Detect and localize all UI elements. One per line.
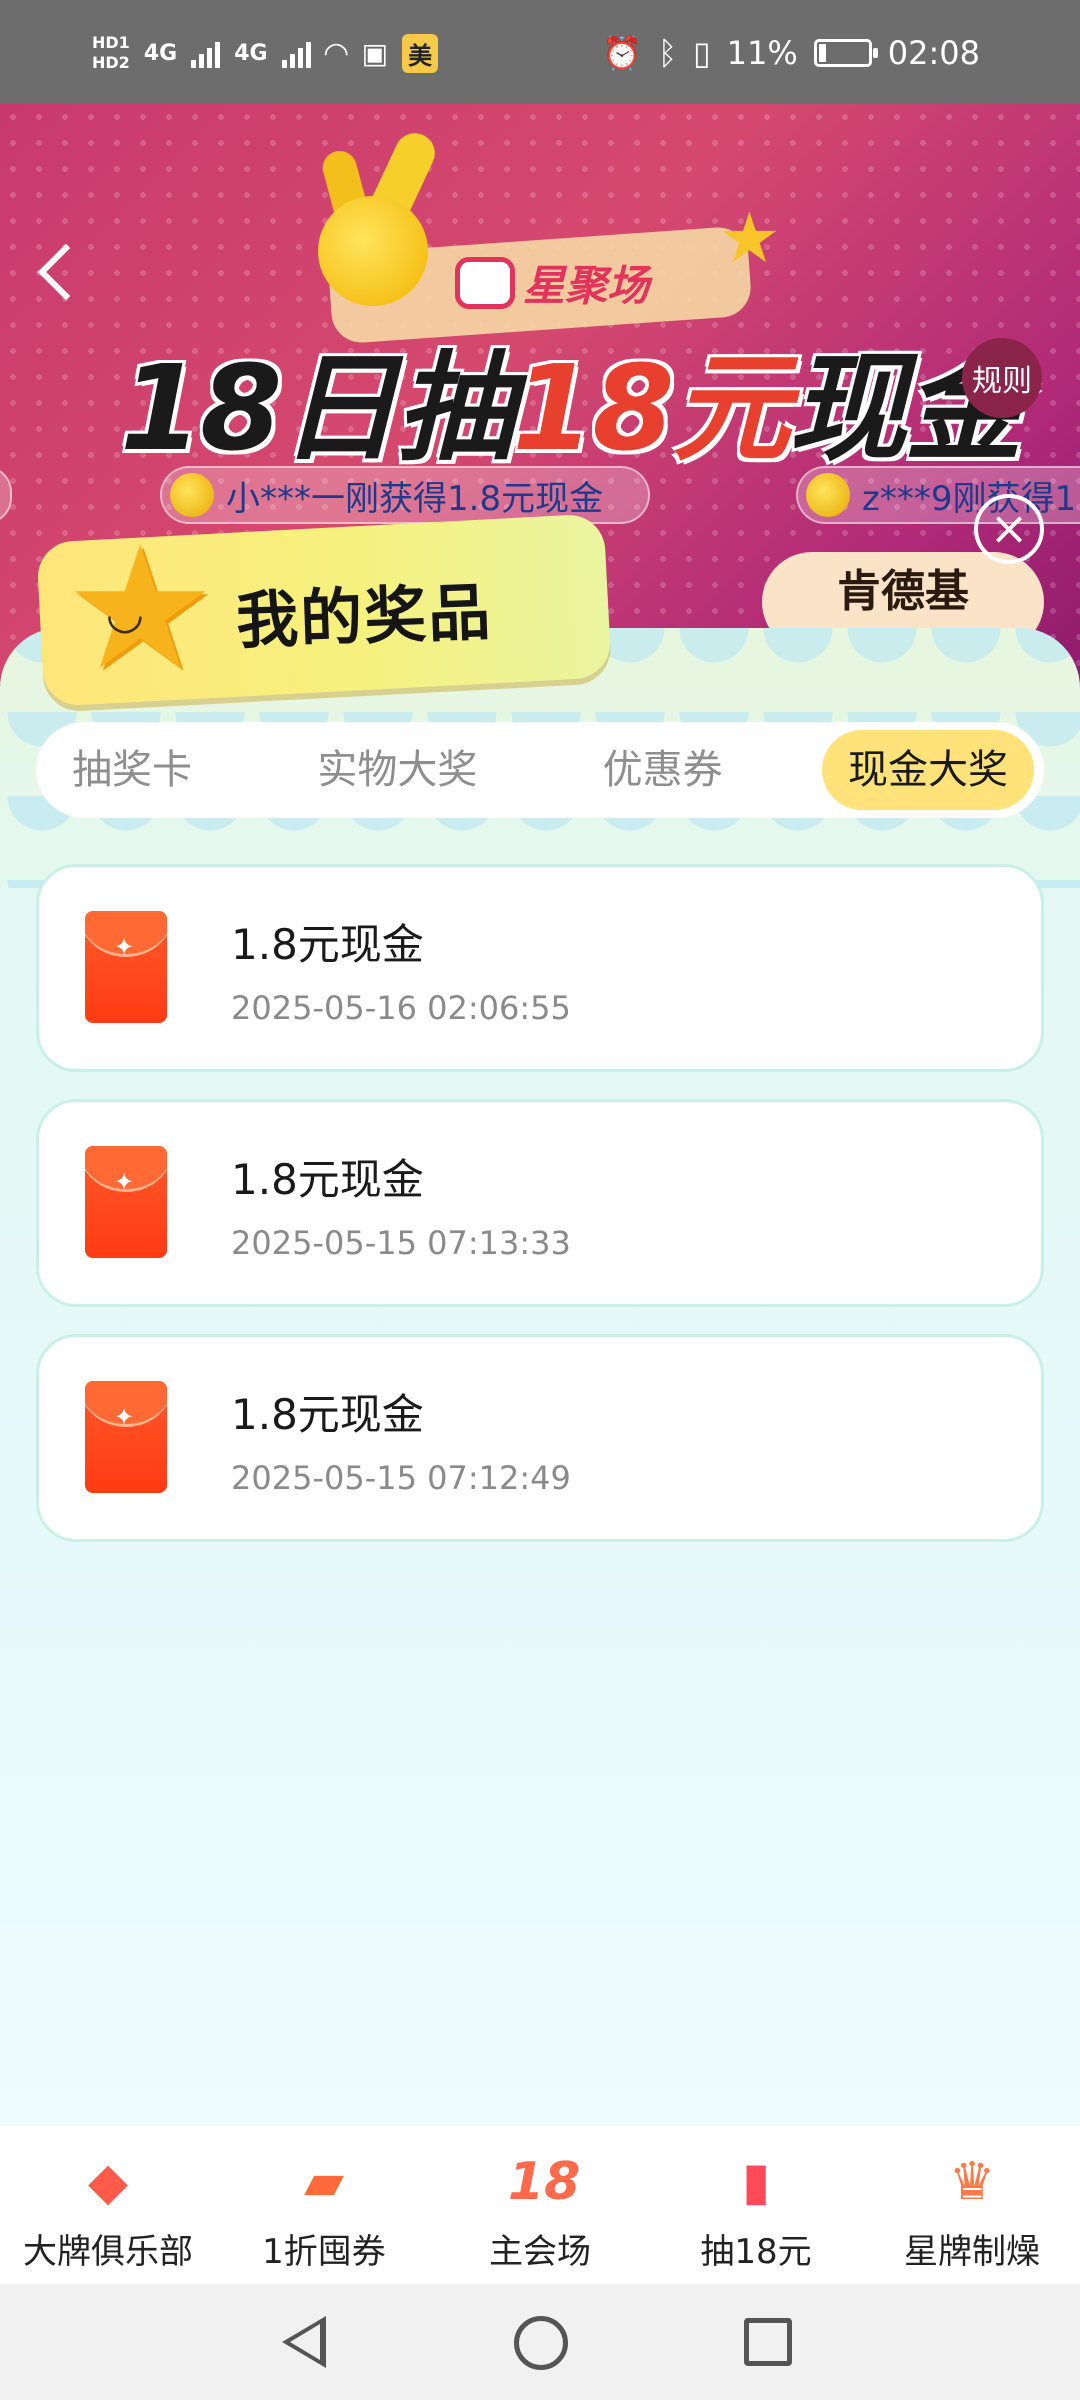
prize-card[interactable]: ✦ 1.8元现金 2025-05-15 07:12:49 bbox=[36, 1334, 1044, 1542]
bluetooth-icon: ᛒ bbox=[657, 34, 678, 72]
tab-lottery-card[interactable]: 抽奖卡 bbox=[46, 730, 218, 810]
system-nav-bar bbox=[0, 2284, 1080, 2400]
back-nav-icon[interactable] bbox=[282, 2316, 326, 2368]
network-label-2: 4G bbox=[234, 40, 268, 66]
tab-physical-prize[interactable]: 实物大奖 bbox=[291, 730, 503, 810]
signal-icon bbox=[191, 38, 221, 68]
red-envelope-icon: ✦ bbox=[85, 911, 167, 1023]
tv-icon: ▣ bbox=[361, 36, 389, 70]
modal-title: 我的奖品 bbox=[234, 575, 494, 658]
prize-name: 1.8元现金 bbox=[231, 1155, 424, 1204]
rules-label: 规则 bbox=[972, 364, 1032, 399]
app-badge: 美 bbox=[402, 33, 439, 73]
prize-time: 2025-05-16 02:06:55 bbox=[231, 989, 571, 1027]
prize-card[interactable]: ✦ 1.8元现金 2025-05-15 07:13:33 bbox=[36, 1099, 1044, 1307]
venue-logo: 星聚场 bbox=[455, 252, 649, 313]
tab-coupon[interactable]: 优惠券 bbox=[577, 730, 749, 810]
hero-title-highlight: 18元 bbox=[512, 339, 790, 477]
prize-name: 1.8元现金 bbox=[231, 1390, 424, 1439]
nav-item-brand-club[interactable]: ◆ 大牌俱乐部 bbox=[0, 2126, 216, 2284]
smile-icon: ◡ bbox=[108, 588, 142, 639]
home-nav-icon[interactable] bbox=[514, 2316, 568, 2370]
red-envelope-icon: ✦ bbox=[85, 1381, 167, 1493]
battery-icon bbox=[813, 39, 878, 67]
crown-icon: ♛ bbox=[948, 2152, 996, 2212]
alarm-icon: ⏰ bbox=[602, 34, 642, 72]
nav-item-main-venue[interactable]: 18 主会场 bbox=[432, 2126, 648, 2284]
nav-item-draw[interactable]: ▮ 抽18元 bbox=[648, 2126, 864, 2284]
ticker-text: 小***一刚获得1.8元现金 bbox=[226, 478, 604, 519]
status-right: ⏰ ᛒ ▯ 11% 02:08 bbox=[602, 18, 980, 88]
nav-label: 星牌制燥 bbox=[904, 2232, 1040, 2272]
red-envelope-icon: ✦ bbox=[85, 1146, 167, 1258]
nav-label: 1折囤券 bbox=[262, 2232, 386, 2272]
brand-label: 肯德基 bbox=[837, 566, 969, 617]
status-bar: HD1 HD2 4G 4G ◠ ▣ 美 ⏰ ᛒ ▯ 11% 02:08 bbox=[0, 0, 1080, 104]
diamond-icon: ◆ bbox=[88, 2152, 128, 2212]
nav-item-star-brand[interactable]: ♛ 星牌制燥 bbox=[864, 2126, 1080, 2284]
prize-card[interactable]: ✦ 1.8元现金 2025-05-16 02:06:55 bbox=[36, 864, 1044, 1072]
prize-tabs: 抽奖卡 实物大奖 优惠券 现金大奖 bbox=[36, 722, 1044, 818]
network-label-1: 4G bbox=[143, 40, 178, 66]
vibrate-icon: ▯ bbox=[693, 34, 711, 72]
hd-icon: HD1 HD2 bbox=[92, 33, 130, 72]
battery-percent: 11% bbox=[726, 34, 798, 72]
prize-time: 2025-05-15 07:13:33 bbox=[231, 1224, 571, 1262]
tab-cash-prize[interactable]: 现金大奖 bbox=[821, 730, 1034, 810]
recents-nav-icon[interactable] bbox=[744, 2318, 792, 2366]
mascot-image bbox=[318, 196, 428, 306]
eighteen-icon: 18 bbox=[508, 2152, 581, 2212]
avatar bbox=[806, 473, 850, 517]
nav-label: 抽18元 bbox=[700, 2232, 812, 2272]
wifi-icon: ◠ bbox=[324, 35, 348, 71]
signal-icon bbox=[281, 38, 311, 68]
nav-label: 大牌俱乐部 bbox=[23, 2232, 193, 2272]
star-icon: ★ bbox=[718, 197, 781, 279]
rules-button[interactable]: 规则 bbox=[962, 338, 1042, 418]
nav-label: 主会场 bbox=[489, 2232, 591, 2272]
close-icon[interactable]: × bbox=[974, 494, 1044, 564]
nav-item-coupon[interactable]: ▰ 1折囤券 bbox=[216, 2126, 432, 2284]
gamepad-icon bbox=[455, 256, 515, 309]
status-left: HD1 HD2 4G 4G ◠ ▣ 美 bbox=[92, 18, 439, 88]
hero-title-part1: 18日抽 bbox=[120, 339, 514, 477]
clock: 02:08 bbox=[887, 34, 980, 72]
coupon-icon: ▰ bbox=[304, 2152, 344, 2212]
card-icon: ▮ bbox=[741, 2152, 771, 2212]
ticker-text: z***9刚获得1 bbox=[862, 478, 1077, 519]
venue-logo-text: 星聚场 bbox=[523, 261, 650, 310]
bottom-nav: ◆ 大牌俱乐部 ▰ 1折囤券 18 主会场 ▮ 抽18元 ♛ 星牌制燥 bbox=[0, 2126, 1080, 2284]
prize-name: 1.8元现金 bbox=[231, 920, 424, 969]
prize-time: 2025-05-15 07:12:49 bbox=[231, 1459, 571, 1497]
hero-title: 18日抽18元现金 bbox=[120, 312, 1022, 483]
